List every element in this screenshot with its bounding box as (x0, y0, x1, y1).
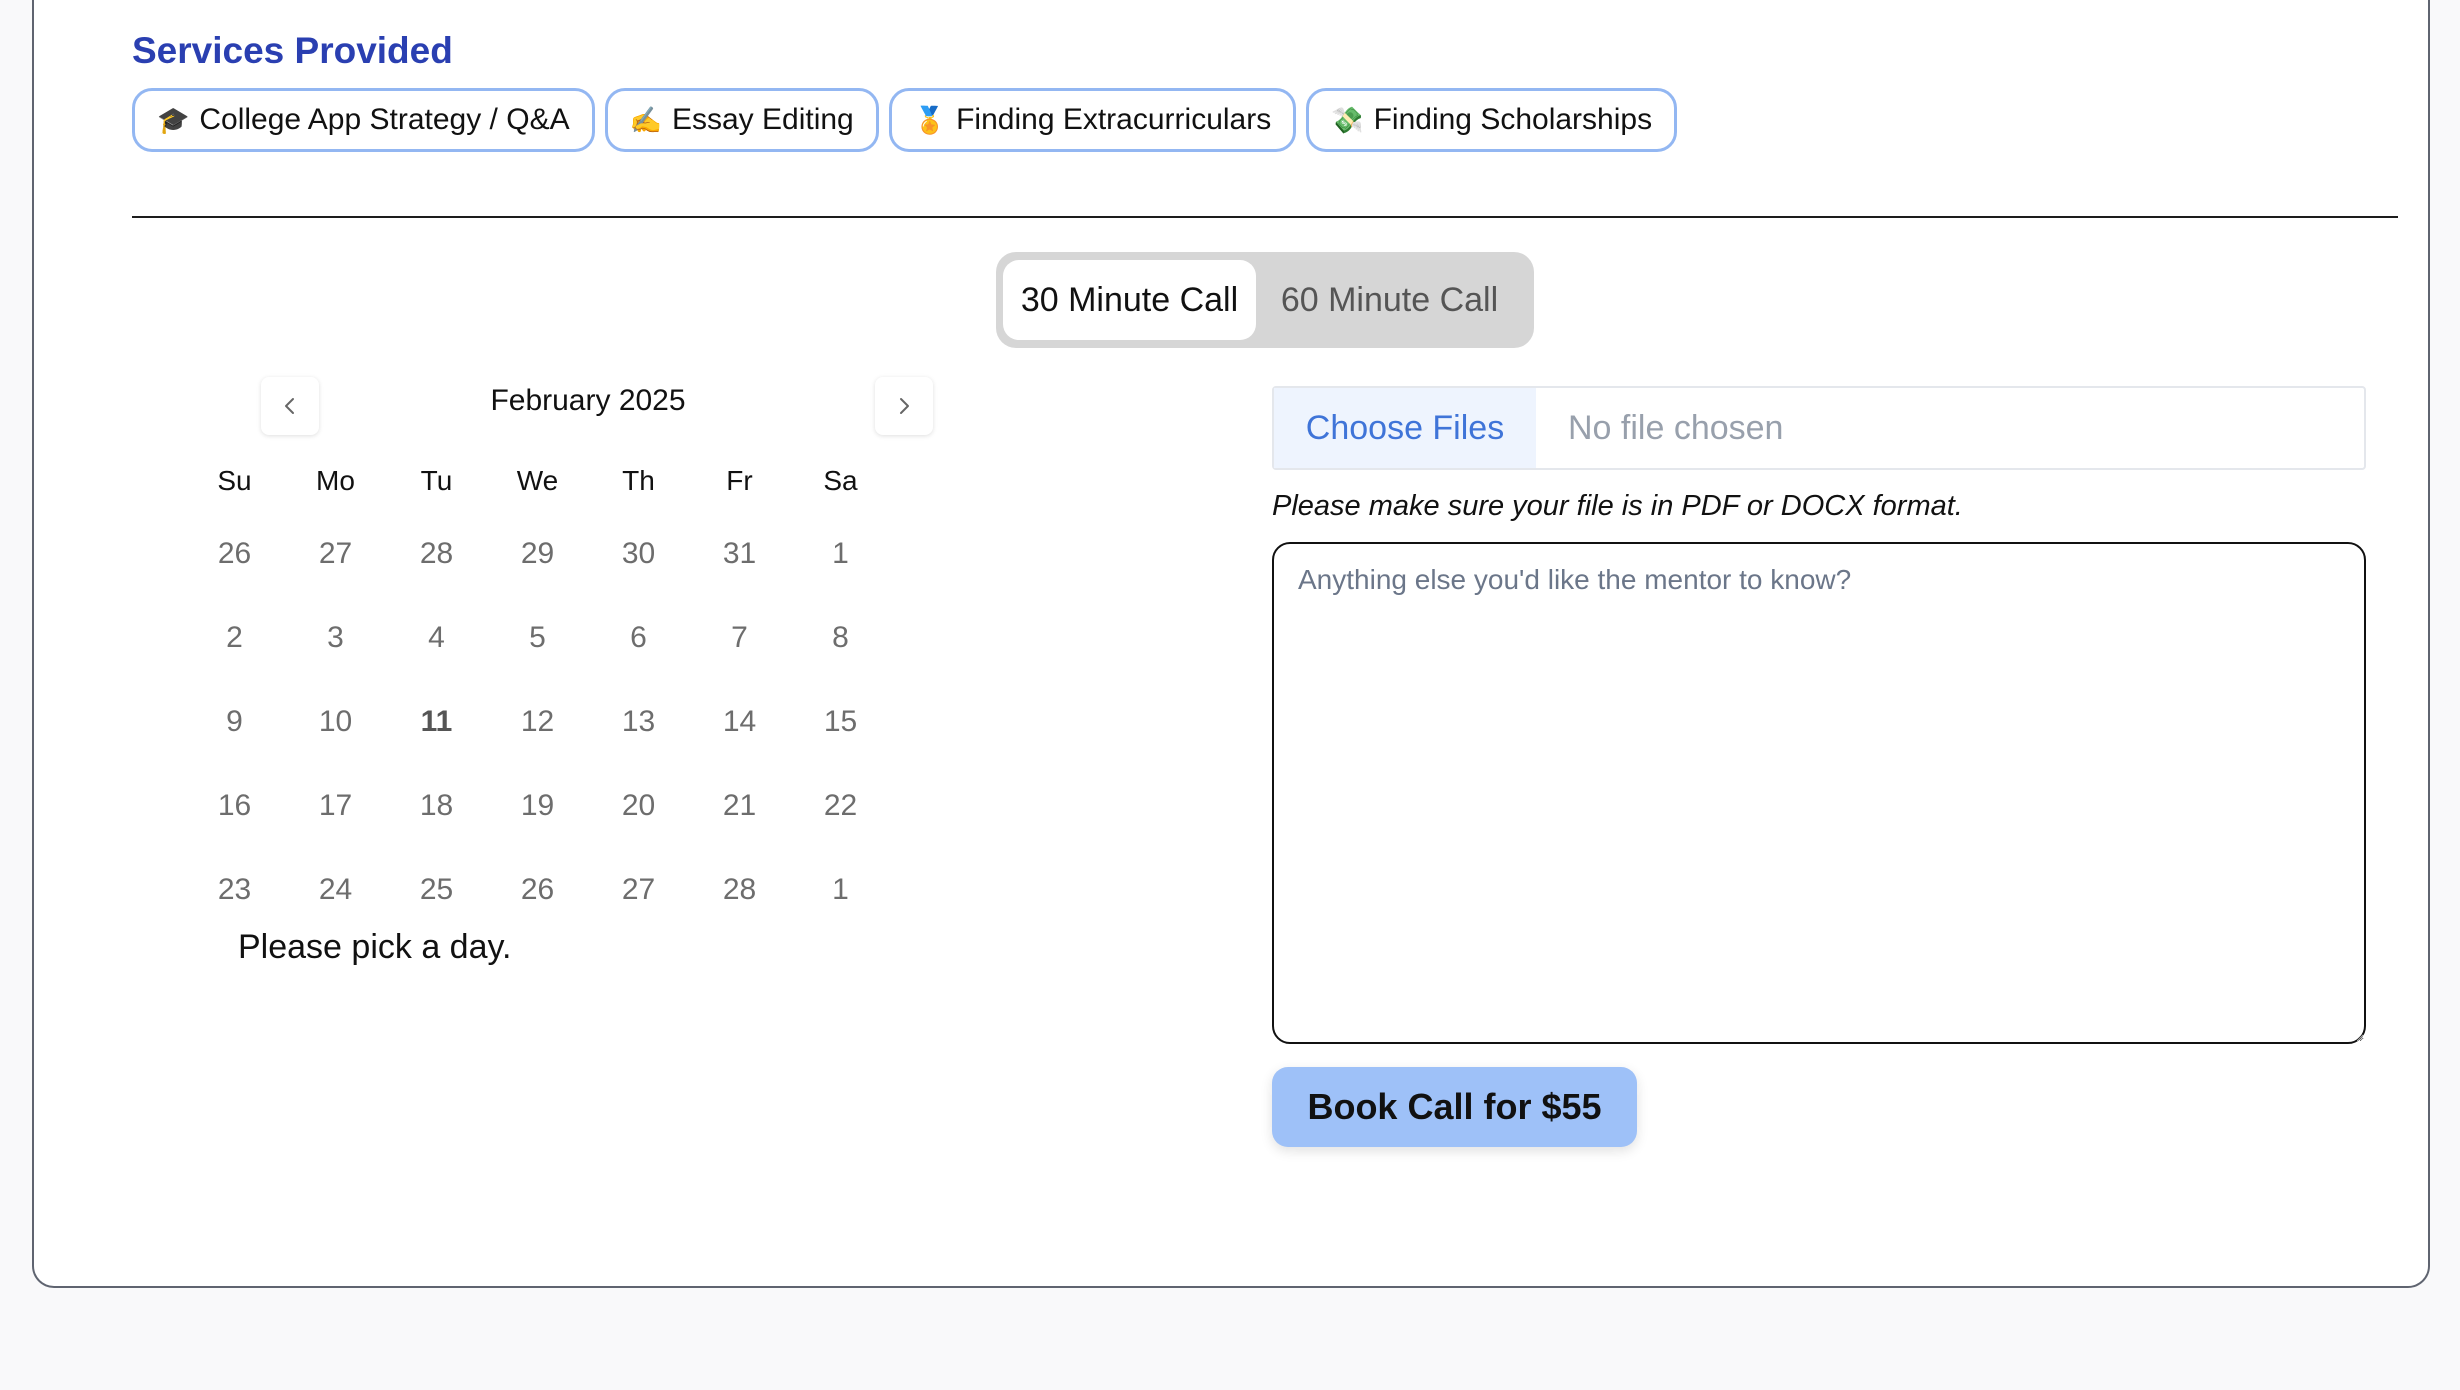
calendar-day[interactable]: 18 (386, 764, 487, 848)
service-chip-label: Finding Scholarships (1373, 103, 1653, 136)
calendar-week-row: 2 3 4 5 6 7 8 (184, 596, 891, 680)
book-call-button[interactable]: Book Call for $55 (1272, 1067, 1637, 1147)
service-chip-label: Finding Extracurriculars (956, 103, 1272, 136)
graduation-cap-icon: 🎓 (157, 105, 190, 135)
chevron-right-icon (900, 398, 909, 414)
calendar-day[interactable]: 19 (487, 764, 588, 848)
calendar-day[interactable]: 6 (588, 596, 689, 680)
mentor-booking-card: Services Provided 🎓 College App Strategy… (32, 0, 2430, 1288)
calendar-day[interactable]: 22 (790, 764, 891, 848)
weekday-label: Th (622, 465, 655, 496)
calendar-day[interactable]: 30 (588, 512, 689, 596)
services-title: Services Provided (132, 30, 453, 71)
calendar-day[interactable]: 16 (184, 764, 285, 848)
calendar-day[interactable]: 15 (790, 680, 891, 764)
writing-hand-icon: ✍️ (629, 105, 662, 135)
calendar-day[interactable]: 14 (689, 680, 790, 764)
calendar-helper-text: Please pick a day. (238, 928, 512, 966)
calendar-day[interactable]: 3 (285, 596, 386, 680)
calendar-day[interactable]: 23 (184, 848, 285, 932)
weekday-label: We (516, 465, 559, 496)
section-divider (132, 216, 2398, 218)
calendar-day[interactable]: 26 (487, 848, 588, 932)
calendar-day[interactable]: 13 (588, 680, 689, 764)
calendar-weekday-row: Su Mo Tu We Th Fr Sa (184, 450, 891, 512)
calendar-day[interactable]: 28 (689, 848, 790, 932)
money-wings-icon: 💸 (1331, 105, 1364, 135)
calendar-day[interactable]: 17 (285, 764, 386, 848)
calendar-day[interactable]: 25 (386, 848, 487, 932)
calendar-week-row: 23 24 25 26 27 28 1 (184, 848, 891, 932)
calendar-day[interactable]: 24 (285, 848, 386, 932)
service-chip-label: College App Strategy / Q&A (199, 103, 570, 136)
calendar-day-today[interactable]: 11 (386, 680, 487, 764)
calendar-day[interactable]: 2 (184, 596, 285, 680)
calendar-day[interactable]: 27 (285, 512, 386, 596)
calendar-day[interactable]: 9 (184, 680, 285, 764)
calendar-day[interactable]: 21 (689, 764, 790, 848)
calendar-day[interactable]: 31 (689, 512, 790, 596)
calendar-day[interactable]: 5 (487, 596, 588, 680)
file-upload-field: Choose Files No file chosen (1272, 386, 2366, 470)
choose-files-button[interactable]: Choose Files (1274, 388, 1536, 468)
calendar-day[interactable]: 26 (184, 512, 285, 596)
services-chip-list: 🎓 College App Strategy / Q&A ✍️ Essay Ed… (132, 88, 1687, 152)
weekday-label: Fr (726, 465, 753, 496)
calendar-day[interactable]: 1 (790, 512, 891, 596)
toggle-30-minute-call[interactable]: 30 Minute Call (1003, 260, 1256, 340)
service-chip-essay-editing[interactable]: ✍️ Essay Editing (604, 88, 879, 152)
calendar-week-row: 26 27 28 29 30 31 1 (184, 512, 891, 596)
weekday-label: Mo (316, 465, 355, 496)
calendar-day[interactable]: 12 (487, 680, 588, 764)
chevron-left-icon (285, 398, 294, 414)
calendar-prev-month-button[interactable] (261, 377, 319, 435)
file-status-text: No file chosen (1568, 408, 1784, 447)
calendar-day[interactable]: 8 (790, 596, 891, 680)
calendar-day[interactable]: 27 (588, 848, 689, 932)
calendar-day[interactable]: 20 (588, 764, 689, 848)
calendar-day[interactable]: 10 (285, 680, 386, 764)
service-chip-extracurriculars[interactable]: 🏅 Finding Extracurriculars (888, 88, 1297, 152)
calendar-week-row: 16 17 18 19 20 21 22 (184, 764, 891, 848)
weekday-label: Su (217, 465, 252, 496)
calendar-day[interactable]: 28 (386, 512, 487, 596)
call-length-toggle: 30 Minute Call 60 Minute Call (996, 252, 1534, 348)
calendar-week-row: 9 10 11 12 13 14 15 (184, 680, 891, 764)
calendar-day[interactable]: 4 (386, 596, 487, 680)
weekday-label: Tu (420, 465, 453, 496)
calendar-day[interactable]: 7 (689, 596, 790, 680)
toggle-60-minute-call[interactable]: 60 Minute Call (1256, 260, 1523, 340)
service-chip-college-app[interactable]: 🎓 College App Strategy / Q&A (132, 88, 595, 152)
calendar-day[interactable]: 29 (487, 512, 588, 596)
calendar-next-month-button[interactable] (875, 377, 933, 435)
mentor-notes-textarea[interactable] (1272, 542, 2366, 1044)
calendar-grid: Su Mo Tu We Th Fr Sa 26 27 28 29 30 31 1… (184, 450, 891, 932)
service-chip-scholarships[interactable]: 💸 Finding Scholarships (1306, 88, 1678, 152)
medal-icon: 🏅 (913, 105, 947, 135)
service-chip-label: Essay Editing (671, 103, 854, 136)
calendar-month-label: February 2025 (490, 384, 686, 417)
weekday-label: Sa (823, 465, 858, 496)
calendar-day[interactable]: 1 (790, 848, 891, 932)
file-format-note: Please make sure your file is in PDF or … (1272, 490, 1963, 522)
